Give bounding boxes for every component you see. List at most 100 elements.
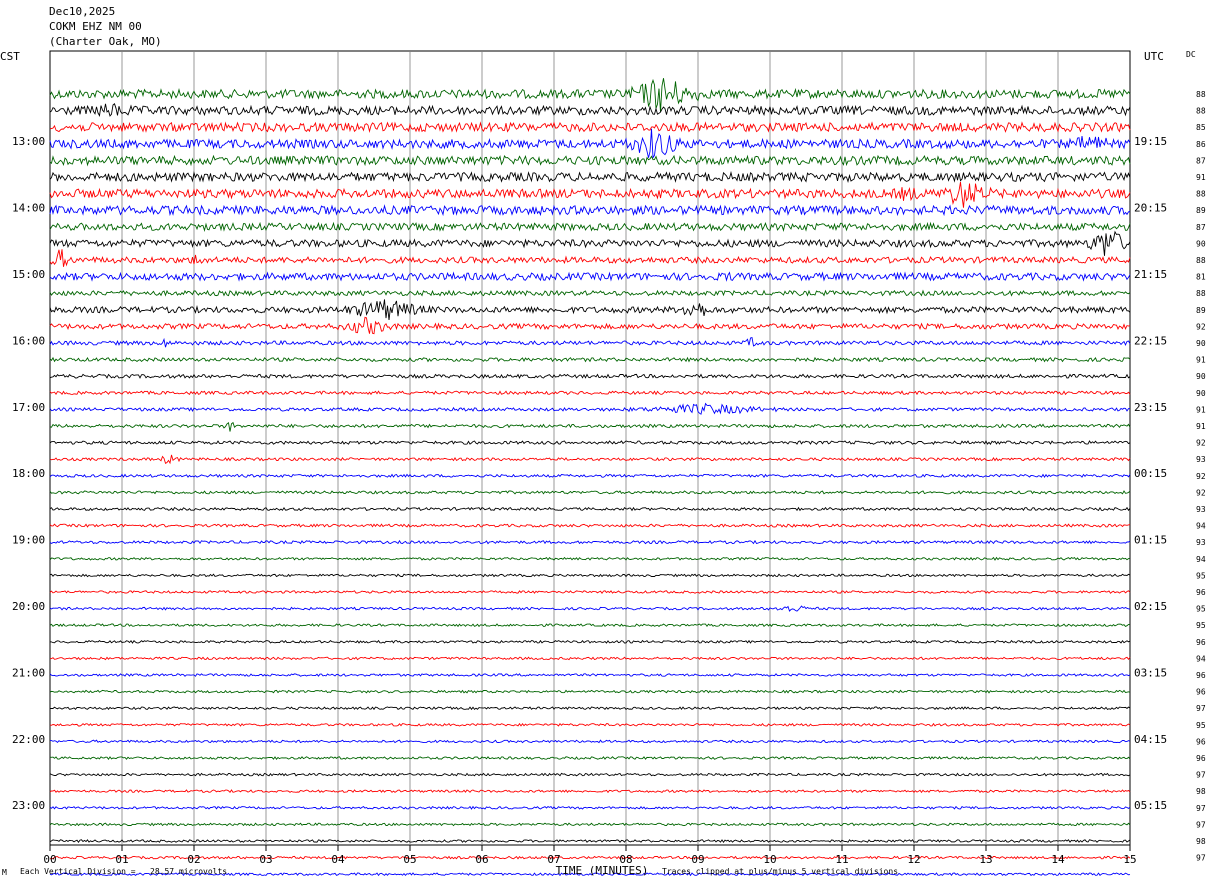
seismic-trace [49, 121, 1131, 134]
seismic-trace [49, 128, 1131, 160]
left-hour-label: 21:00 [12, 666, 45, 679]
right-hour-label: 00:15 [1134, 467, 1167, 480]
right-hour-label: 04:15 [1134, 733, 1167, 746]
seismic-trace [49, 523, 1131, 528]
x-tick-label: 03 [259, 853, 272, 866]
x-tick-label: 13 [979, 853, 992, 866]
seismic-trace [49, 623, 1130, 628]
left-hour-label: 18:00 [12, 467, 45, 480]
dc-offset-label: 95 [1196, 621, 1206, 630]
dc-offset-label: 87 [1196, 156, 1206, 165]
seismic-trace [49, 822, 1131, 827]
seismic-trace [49, 440, 1131, 446]
right-hour-label: 19:15 [1134, 135, 1167, 148]
dc-offset-label: 81 [1196, 273, 1206, 282]
seismic-trace [49, 490, 1131, 495]
dc-offset-label: 94 [1196, 555, 1206, 564]
dc-offset-label: 92 [1196, 472, 1206, 481]
x-tick-label: 11 [835, 853, 848, 866]
seismic-trace [49, 473, 1131, 479]
seismic-trace [49, 454, 1131, 465]
left-hour-label: 19:00 [12, 534, 45, 547]
x-tick-label: 10 [763, 853, 776, 866]
seismic-trace [49, 639, 1131, 644]
trace-group [49, 78, 1131, 877]
dc-offset-label: 96 [1196, 588, 1206, 597]
dc-offset-label: 90 [1196, 372, 1206, 381]
right-hour-label: 05:15 [1134, 799, 1167, 812]
right-hour-label: 01:15 [1134, 534, 1167, 547]
dc-offset-label: 94 [1196, 654, 1206, 663]
seismic-trace [49, 154, 1131, 167]
dc-offset-label: 92 [1196, 322, 1206, 331]
dc-offset-label: 97 [1196, 804, 1206, 813]
seismic-trace [49, 539, 1131, 545]
seismic-trace [49, 316, 1131, 335]
seismic-trace [49, 855, 1131, 860]
plot-frame [49, 50, 1131, 846]
seismic-trace [49, 103, 1131, 117]
dc-offset-label: 96 [1196, 754, 1206, 763]
dc-offset-label: 93 [1196, 538, 1206, 547]
dc-offset-label: 93 [1196, 455, 1206, 464]
seismic-trace [49, 390, 1131, 396]
dc-offset-label: 88 [1196, 256, 1206, 265]
seismic-trace [49, 605, 1131, 612]
right-hour-label: 23:15 [1134, 401, 1167, 414]
seismic-trace [49, 421, 1131, 432]
seismic-trace [49, 590, 1131, 594]
dc-offset-label: 98 [1196, 787, 1206, 796]
dc-offset-label: 95 [1196, 605, 1206, 614]
seismic-trace [49, 373, 1131, 380]
seismic-trace [49, 299, 1131, 321]
seismic-trace [49, 756, 1131, 760]
right-hour-labels: 19:15 20:15 21:15 22:15 23:15 00:15 01:15 02:15… [1134, 135, 1167, 812]
seismic-trace [49, 573, 1131, 578]
dc-offset-label: 96 [1196, 737, 1206, 746]
x-tick-label: 12 [907, 853, 920, 866]
dc-offset-label: 86 [1196, 140, 1206, 149]
left-hour-label: 23:00 [12, 799, 45, 812]
left-hour-label: 13:00 [12, 135, 45, 148]
x-axis-ticks: 00 01 02 03 04 05 06 07 08 09 10 11 12 13 14 15 [43, 845, 1137, 866]
dc-offset-label: 96 [1196, 671, 1206, 680]
seismic-trace [50, 739, 1131, 744]
x-tick-label: 05 [403, 853, 416, 866]
seismic-trace [49, 656, 1131, 661]
dc-offset-label: 96 [1196, 638, 1206, 647]
left-hour-label: 14:00 [12, 202, 45, 215]
dc-offset-label: 88 [1196, 190, 1206, 199]
seismic-trace [49, 271, 1131, 282]
dc-offset-label: 88 [1196, 289, 1206, 298]
seismic-trace [49, 170, 1131, 183]
dc-offset-label: 88 [1196, 90, 1206, 99]
dc-offset-label: 90 [1196, 339, 1206, 348]
seismic-trace [49, 230, 1131, 256]
seismic-trace [49, 706, 1131, 711]
seismic-trace [49, 249, 1131, 267]
right-hour-label: 02:15 [1134, 600, 1167, 613]
x-tick-label: 00 [43, 853, 56, 866]
dc-offset-label: 91 [1196, 356, 1206, 365]
x-tick-label: 09 [691, 853, 704, 866]
dc-offset-label: 91 [1196, 173, 1206, 182]
dc-offset-label: 97 [1196, 854, 1206, 863]
dc-offset-label: 95 [1196, 721, 1206, 730]
dc-offset-label: 88 [1196, 107, 1206, 116]
seismic-trace [49, 289, 1131, 297]
dc-offset-label: 90 [1196, 389, 1206, 398]
dc-offset-label: 89 [1196, 206, 1206, 215]
dc-offset-label: 91 [1196, 405, 1206, 414]
seismic-trace [49, 772, 1131, 777]
left-hour-label: 16:00 [12, 334, 45, 347]
left-hour-label: 15:00 [12, 268, 45, 281]
dc-offset-label: 85 [1196, 123, 1206, 132]
left-hour-label: 20:00 [12, 600, 45, 613]
dc-offset-label: 87 [1196, 223, 1206, 232]
seismic-trace [49, 356, 1131, 363]
right-hour-label: 20:15 [1134, 202, 1167, 215]
dc-offset-label: 90 [1196, 239, 1206, 248]
seismic-trace [49, 839, 1131, 843]
x-tick-label: 04 [331, 853, 345, 866]
seismogram-chart: 00 01 02 03 04 05 06 07 08 09 10 11 12 13 14 15 13:0014… [12, 50, 1206, 877]
